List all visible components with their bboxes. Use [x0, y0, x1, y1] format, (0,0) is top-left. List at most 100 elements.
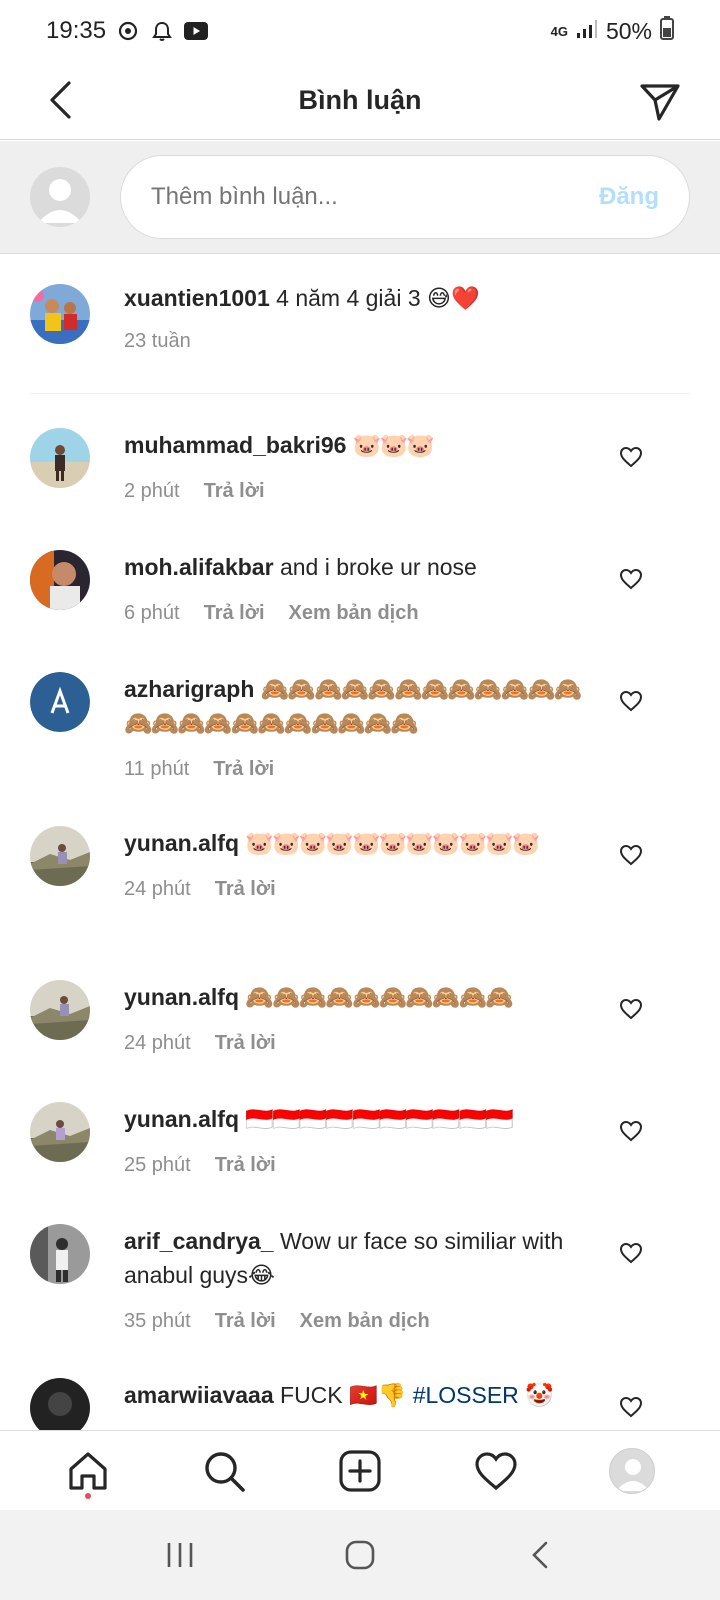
caption-author-avatar[interactable] [30, 284, 90, 344]
like-comment-button[interactable] [616, 1392, 646, 1422]
comment-meta: 25 phút Trả lời [124, 1148, 594, 1182]
home-button[interactable] [330, 1525, 390, 1585]
like-comment-button[interactable] [616, 840, 646, 870]
caption-username[interactable]: xuantien1001 [124, 285, 270, 311]
signal-icon [576, 18, 598, 45]
my-avatar [30, 167, 90, 227]
comment-avatar[interactable] [30, 1102, 90, 1162]
comment-text-line: muhammad_bakri96 🐷🐷🐷 [124, 428, 594, 462]
comment-meta: 35 phút Trả lời Xem bản dịch [124, 1304, 594, 1338]
notification-dot [85, 1492, 91, 1499]
battery-percent: 50% [605, 17, 652, 44]
comment-time: 25 phút [124, 1154, 191, 1176]
like-comment-button[interactable] [616, 442, 646, 472]
comment-username[interactable]: azharigraph [124, 676, 254, 702]
comment-avatar[interactable] [30, 826, 90, 886]
caption-text: 4 năm 4 giải 3 😅❤️ [276, 285, 480, 311]
reply-button[interactable]: Trả lời [215, 872, 276, 906]
reply-button[interactable]: Trả lời [215, 1026, 276, 1060]
comment-text-line: yunan.alfq 🇮🇩🇮🇩🇮🇩🇮🇩🇮🇩🇮🇩🇮🇩🇮🇩🇮🇩🇮🇩 [124, 1102, 594, 1136]
reply-button[interactable]: Trả lời [213, 752, 274, 786]
nav-search[interactable] [194, 1441, 254, 1501]
status-bar: 19:35 4G 50% [0, 0, 720, 62]
comment-body: arif_candrya_ Wow ur face so similiar wi… [124, 1224, 594, 1338]
home-icon [69, 1451, 107, 1490]
comment-input[interactable] [151, 183, 599, 211]
network-type: 4G [550, 23, 568, 39]
comment-avatar[interactable] [30, 980, 90, 1040]
like-comment-button[interactable] [616, 686, 646, 716]
nav-home[interactable] [58, 1441, 118, 1501]
comment-meta: 2 phút Trả lời [124, 474, 594, 508]
heart-icon [619, 1242, 643, 1264]
nav-activity[interactable] [466, 1441, 526, 1501]
comment-time: 6 phút [124, 602, 180, 624]
comment-trailing-emoji: 🤡 [525, 1382, 554, 1408]
comment-text-line: yunan.alfq 🐷🐷🐷🐷🐷🐷🐷🐷🐷🐷🐷 [124, 826, 594, 860]
comment-meta: 24 phút Trả lời [124, 1026, 594, 1060]
recent-apps-button[interactable] [150, 1525, 210, 1585]
see-translation-button[interactable]: Xem bản dịch [289, 596, 419, 630]
reply-button[interactable]: Trả lời [204, 596, 265, 630]
status-right: 4G 50% [551, 16, 674, 46]
comment-username[interactable]: arif_candrya_ [124, 1228, 274, 1254]
comment-meta: 6 phút Trả lời Xem bản dịch [124, 596, 594, 630]
comment-body: amarwiiavaaa FUCK 🇻🇳👎 #LOSSER 🤡 [124, 1378, 594, 1412]
comment-meta: 24 phút Trả lời [124, 872, 594, 906]
comment-meta: 11 phút Trả lời [124, 752, 594, 786]
status-time: 19:35 [46, 17, 107, 44]
reply-button[interactable]: Trả lời [215, 1148, 276, 1182]
heart-icon [619, 844, 643, 866]
hashtag-link[interactable]: #LOSSER [413, 1382, 519, 1408]
back-button[interactable] [36, 76, 84, 124]
like-comment-button[interactable] [616, 564, 646, 594]
comment-input-container: Đăng [120, 155, 690, 239]
comment-username[interactable]: yunan.alfq [124, 830, 239, 856]
comment-body: yunan.alfq 🇮🇩🇮🇩🇮🇩🇮🇩🇮🇩🇮🇩🇮🇩🇮🇩🇮🇩🇮🇩 25 phút … [124, 1102, 594, 1182]
system-back-button[interactable] [510, 1525, 570, 1585]
comment-text-line: moh.alifakbar and i broke ur nose [124, 550, 594, 584]
post-button[interactable]: Đăng [599, 183, 659, 211]
comment-text-line: arif_candrya_ Wow ur face so similiar wi… [124, 1224, 594, 1292]
comment-time: 24 phút [124, 878, 191, 900]
comment-username[interactable]: yunan.alfq [124, 984, 239, 1010]
like-comment-button[interactable] [616, 1116, 646, 1146]
heart-icon [619, 446, 643, 468]
nav-create-post[interactable] [330, 1441, 390, 1501]
comment-avatar[interactable] [30, 428, 90, 488]
comment-avatar[interactable] [30, 1378, 90, 1430]
comment-body: yunan.alfq 🐷🐷🐷🐷🐷🐷🐷🐷🐷🐷🐷 24 phút Trả lời [124, 826, 594, 906]
nav-profile[interactable] [602, 1441, 662, 1501]
search-icon [205, 1451, 245, 1492]
home-button-icon [345, 1540, 375, 1570]
comment-text-line: amarwiiavaaa FUCK 🇻🇳👎 #LOSSER 🤡 [124, 1378, 594, 1412]
caption-time: 23 tuần [124, 330, 191, 352]
page-title: Bình luận [298, 85, 422, 115]
comment-username[interactable]: amarwiiavaaa [124, 1382, 274, 1408]
like-comment-button[interactable] [616, 994, 646, 1024]
comment-text: 🇮🇩🇮🇩🇮🇩🇮🇩🇮🇩🇮🇩🇮🇩🇮🇩🇮🇩🇮🇩 [245, 1106, 513, 1132]
comment-time: 24 phút [124, 1032, 191, 1054]
heart-icon [619, 690, 643, 712]
like-comment-button[interactable] [616, 1238, 646, 1268]
back-icon [532, 1541, 548, 1569]
post-caption: xuantien1001 4 năm 4 giải 3 😅❤️ 23 tuần [0, 254, 720, 394]
comment-username[interactable]: moh.alifakbar [124, 554, 274, 580]
share-button[interactable] [634, 76, 686, 128]
comment-text: 🐷🐷🐷 [352, 432, 435, 458]
comment-username[interactable]: yunan.alfq [124, 1106, 239, 1132]
comment-avatar[interactable] [30, 672, 90, 732]
reply-button[interactable]: Trả lời [204, 474, 265, 508]
reply-button[interactable]: Trả lời [215, 1304, 276, 1338]
comment-text: FUCK 🇻🇳👎 [280, 1382, 407, 1408]
heart-icon [619, 1120, 643, 1142]
recent-apps-icon [167, 1543, 193, 1567]
heart-icon [619, 1396, 643, 1418]
comments-list: muhammad_bakri96 🐷🐷🐷 2 phút Trả lời moh.… [0, 394, 720, 1430]
see-translation-button[interactable]: Xem bản dịch [300, 1304, 430, 1338]
comment-avatar[interactable] [30, 550, 90, 610]
comment-avatar[interactable] [30, 1224, 90, 1284]
comment-username[interactable]: muhammad_bakri96 [124, 432, 346, 458]
bottom-navigation [0, 1430, 720, 1510]
comment-text-line: yunan.alfq 🙈🙈🙈🙈🙈🙈🙈🙈🙈🙈 [124, 980, 594, 1014]
